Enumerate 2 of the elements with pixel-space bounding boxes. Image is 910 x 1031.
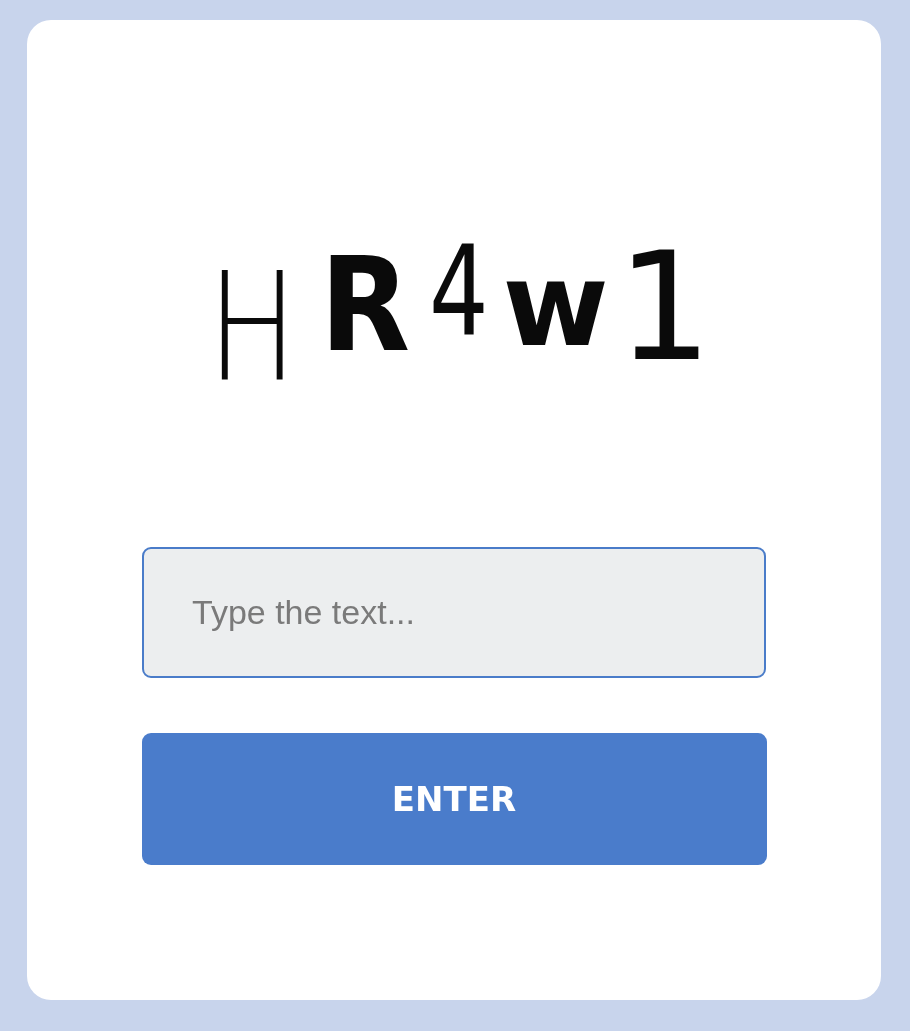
enter-button[interactable]: ENTER — [141, 733, 767, 865]
input-field[interactable]: Type the text... — [142, 547, 766, 678]
